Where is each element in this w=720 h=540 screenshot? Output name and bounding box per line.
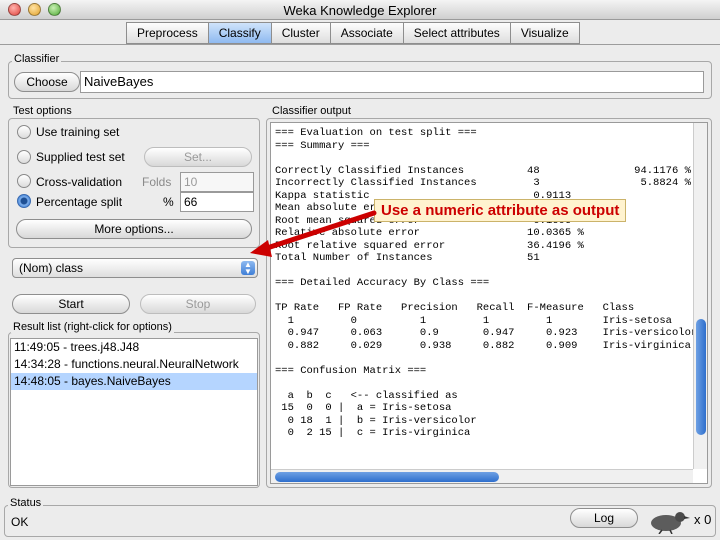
tab-preprocess[interactable]: Preprocess [126,22,208,44]
cross-validation-radio[interactable] [17,174,31,188]
result-list: 11:49:05 - trees.j48.J48 14:34:28 - func… [10,338,258,486]
classifier-output-text: === Evaluation on test split === === Sum… [275,127,698,439]
annotation-callout: Use a numeric attribute as output [374,199,627,222]
choose-classifier-button[interactable]: Choose [14,72,80,92]
use-training-set-radio[interactable] [17,125,31,139]
tab-select-attributes[interactable]: Select attributes [402,22,510,44]
test-options-label: Test options [11,105,74,117]
supplied-test-set-label: Supplied test set [36,150,125,164]
classifier-name-field[interactable]: NaiveBayes [80,71,704,93]
cross-validation-label: Cross-validation [36,175,123,189]
tab-divider [0,44,720,45]
weka-bird-icon [651,512,690,534]
percentage-split-radio[interactable] [17,194,31,208]
more-options-button[interactable]: More options... [16,219,252,239]
output-horizontal-scroll-thumb[interactable] [275,472,499,482]
folds-field[interactable]: 10 [180,172,254,192]
percent-symbol: % [163,195,174,209]
output-vertical-scroll-thumb[interactable] [696,319,706,435]
select-arrows-icon: ▲ ▼ [241,261,255,276]
tab-visualize[interactable]: Visualize [509,22,580,44]
supplied-test-set-radio[interactable] [17,150,31,164]
percentage-field[interactable]: 66 [180,192,254,212]
result-list-item[interactable]: 14:48:05 - bayes.NaiveBayes [11,373,257,390]
status-group-label: Status [8,497,44,509]
status-text: OK [11,515,29,529]
percentage-split-label: Percentage split [36,195,123,209]
result-list-label: Result list (right-click for options) [11,321,174,333]
class-attribute-value: (Nom) class [19,261,84,275]
classifier-group-label: Classifier [12,53,62,65]
use-training-set-label: Use training set [36,125,120,139]
log-button[interactable]: Log [570,508,638,528]
stop-button[interactable]: Stop [140,294,256,314]
set-test-set-button[interactable]: Set... [144,147,252,167]
tab-classify[interactable]: Classify [207,22,271,44]
tab-bar: Preprocess Classify Cluster Associate Se… [126,22,580,44]
status-count: x 0 [694,512,712,527]
classifier-output-label: Classifier output [270,105,353,117]
window-title: Weka Knowledge Explorer [283,3,437,18]
start-button[interactable]: Start [12,294,130,314]
tab-cluster[interactable]: Cluster [270,22,330,44]
result-list-item[interactable]: 14:34:28 - functions.neural.NeuralNetwor… [11,356,257,373]
tab-associate[interactable]: Associate [329,22,403,44]
result-list-item[interactable]: 11:49:05 - trees.j48.J48 [11,339,257,356]
classifier-output-panel[interactable]: === Evaluation on test split === === Sum… [270,122,708,484]
output-vertical-scrollbar[interactable] [693,123,707,469]
class-attribute-select[interactable]: (Nom) class ▲ ▼ [12,258,258,278]
folds-label: Folds [142,175,172,189]
output-horizontal-scrollbar[interactable] [271,469,693,483]
title-bar: Weka Knowledge Explorer [0,0,720,20]
